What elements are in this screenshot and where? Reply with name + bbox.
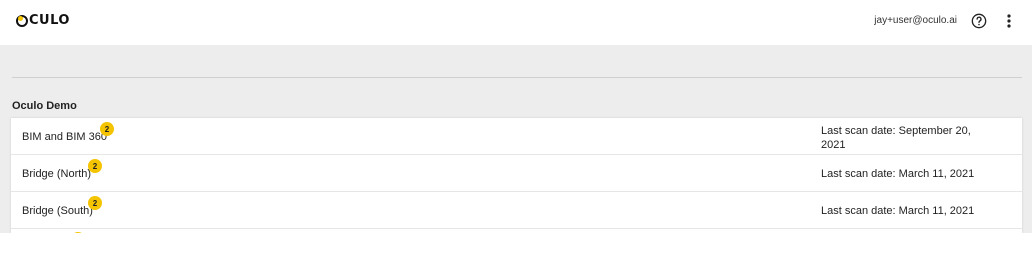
project-row[interactable]: BIM and BIM 360 2 Last scan date: Septem… — [11, 118, 1022, 155]
last-scan-date: Last scan date: March 11, 2021 — [821, 167, 981, 181]
oculo-logo[interactable]: CULO — [16, 13, 70, 28]
last-scan-date-line2: 2021 — [821, 139, 846, 151]
more-vertical-icon — [1007, 13, 1011, 28]
last-scan-date: Last scan date: March 11, 2021 — [821, 204, 981, 218]
more-menu-button[interactable] — [1004, 12, 1014, 29]
last-scan-date-line1: Last scan date: September 20, — [821, 125, 971, 137]
divider — [12, 77, 1022, 78]
project-row[interactable]: Bridge (South) 2 Last scan date: March 1… — [11, 192, 1022, 229]
project-name: BIM and BIM 360 — [22, 131, 107, 143]
logo-text: CULO — [29, 13, 70, 28]
last-scan-date: Last scan date: September 20, 2021 — [821, 124, 981, 152]
notification-badge: 2 — [88, 159, 102, 173]
notification-badge: 2 — [88, 196, 102, 210]
page-bottom — [0, 233, 1032, 257]
user-email[interactable]: jay+user@oculo.ai — [874, 15, 957, 26]
notification-badge: 2 — [100, 122, 114, 136]
help-circle-icon — [971, 13, 986, 28]
main-content: Oculo Demo BIM and BIM 360 2 Last scan d… — [0, 45, 1032, 233]
last-scan-date-line1: Last scan date: March 11, 2021 — [821, 168, 975, 180]
logo-mark-icon — [16, 14, 28, 27]
last-scan-date-line1: Last scan date: March 11, 2021 — [821, 205, 975, 217]
help-button[interactable] — [970, 12, 987, 29]
top-app-bar: CULO jay+user@oculo.ai — [0, 0, 1032, 45]
project-list: BIM and BIM 360 2 Last scan date: Septem… — [11, 118, 1022, 233]
project-name: Bridge (South) — [22, 205, 93, 217]
section-title: Oculo Demo — [12, 100, 77, 112]
project-row[interactable]: Bridge (North) 2 Last scan date: March 1… — [11, 155, 1022, 192]
project-name: Bridge (North) — [22, 168, 92, 180]
